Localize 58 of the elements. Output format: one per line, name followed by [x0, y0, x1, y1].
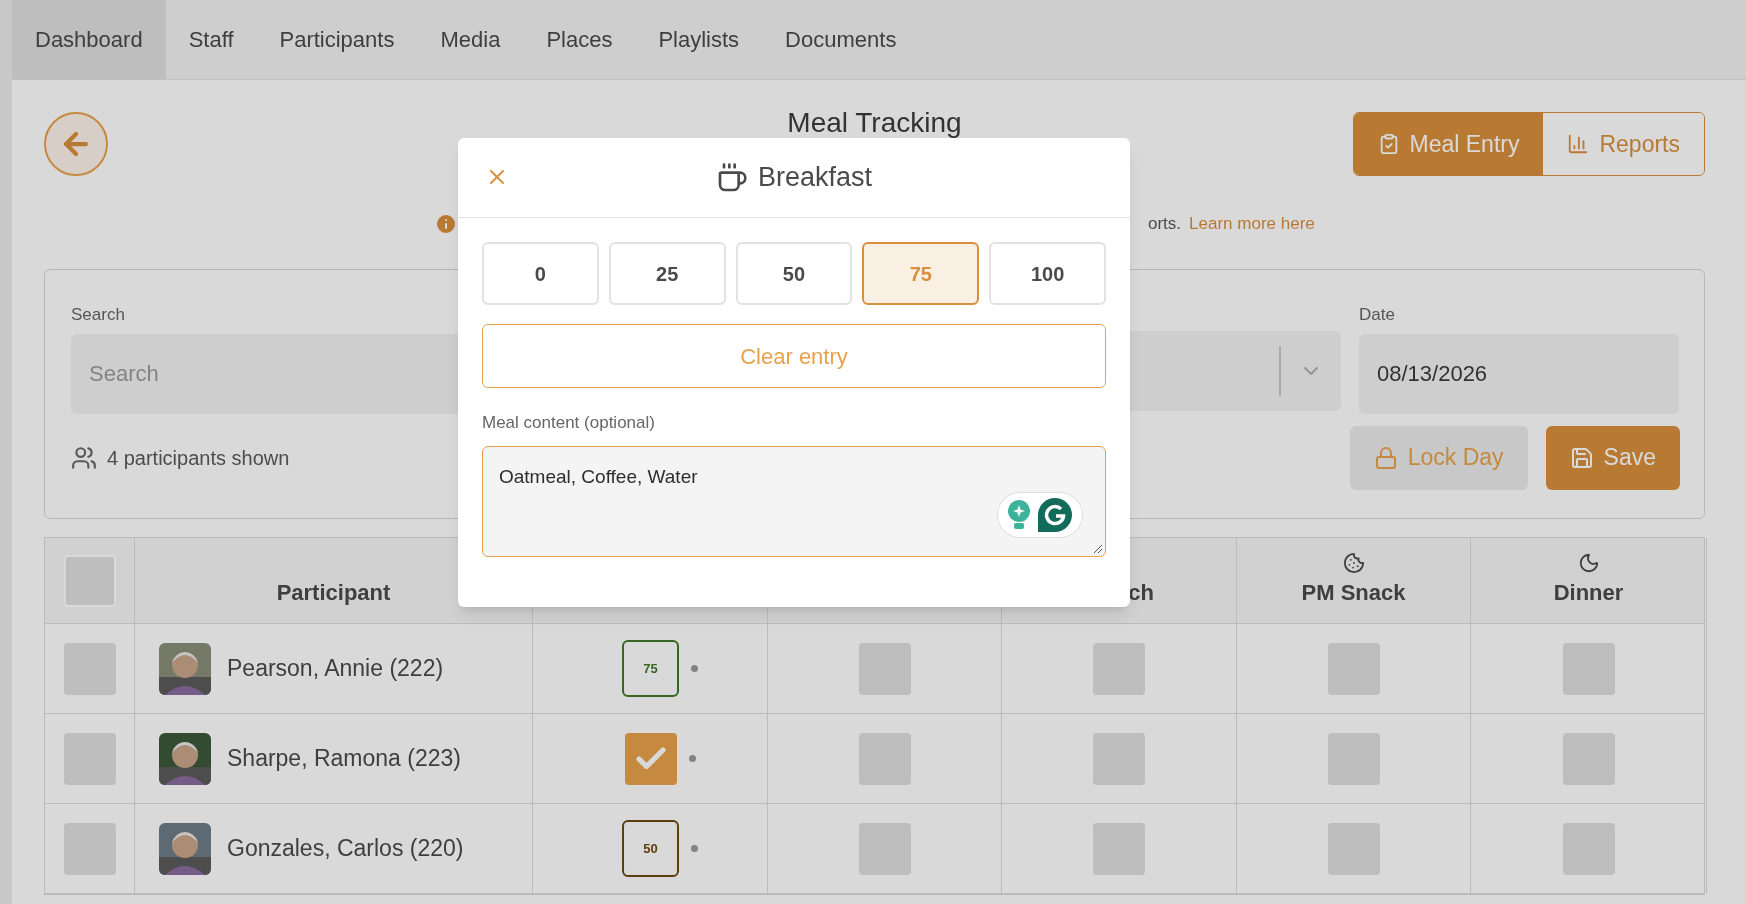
meal-checkbox[interactable]: [858, 642, 911, 695]
meal-checkbox[interactable]: [858, 822, 911, 875]
percent-option[interactable]: 100: [989, 242, 1106, 305]
cookie-icon: [1342, 552, 1365, 574]
meal-checkbox[interactable]: [858, 732, 911, 785]
nav-tab[interactable]: Staff: [165, 0, 257, 79]
nav-tab[interactable]: Media: [417, 0, 524, 79]
meal-checkbox[interactable]: [1327, 642, 1380, 695]
back-button[interactable]: [44, 112, 108, 176]
lightbulb-icon: [1007, 498, 1031, 531]
page-title: Meal Tracking: [787, 108, 962, 138]
lock-icon: [1373, 445, 1398, 470]
nav-tab[interactable]: Dashboard: [12, 0, 166, 79]
column-header: Dinner: [1553, 579, 1624, 607]
date-label: Date: [1359, 304, 1395, 326]
info-text: orts.: [1148, 213, 1182, 236]
meal-entry-checkbox[interactable]: [624, 732, 677, 785]
participant-name: Gonzales, Carlos (220): [227, 834, 464, 864]
meal-checkbox[interactable]: [1562, 732, 1615, 785]
meal-checkbox[interactable]: [1093, 642, 1145, 695]
percent-option[interactable]: 50: [735, 242, 853, 305]
select-all-checkbox[interactable]: [63, 554, 116, 607]
meal-content-text: Oatmeal, Coffee, Water: [499, 465, 698, 487]
meal-content-field[interactable]: Oatmeal, Coffee, Water: [482, 445, 1106, 557]
meal-checkbox[interactable]: [1327, 732, 1380, 785]
meal-content-label: Meal content (optional): [482, 412, 656, 434]
meal-checkbox[interactable]: [1093, 822, 1145, 875]
row-checkbox[interactable]: [63, 732, 116, 785]
row-checkbox[interactable]: [63, 642, 116, 695]
save-icon: [1569, 445, 1594, 470]
meal-entry-box[interactable]: 50: [622, 820, 679, 877]
row-checkbox[interactable]: [63, 822, 116, 875]
participant-count: 4 participants shown: [107, 445, 290, 471]
participant-name: Pearson, Annie (222): [227, 654, 444, 684]
meal-checkbox[interactable]: [1562, 642, 1615, 695]
meal-checkbox[interactable]: [1093, 732, 1145, 785]
moon-icon: [1577, 552, 1600, 574]
resize-handle-icon: [1093, 543, 1103, 554]
date-field[interactable]: 08/13/2026: [1359, 333, 1679, 414]
bar-chart-icon: [1567, 133, 1590, 155]
nav-tab[interactable]: Participants: [256, 0, 418, 79]
writing-assistant-widget[interactable]: [997, 491, 1083, 538]
g-logo-icon: [1037, 496, 1073, 533]
nav-tab[interactable]: Documents: [762, 0, 920, 79]
meal-checkbox[interactable]: [1562, 822, 1615, 875]
people-icon: [71, 444, 97, 471]
column-header: ch: [1128, 579, 1154, 607]
meal-entry-box[interactable]: 75: [622, 640, 679, 697]
nav-tab[interactable]: Playlists: [635, 0, 763, 79]
dialog-title: Breakfast: [757, 161, 873, 195]
column-header: Participant: [276, 579, 391, 607]
percent-option[interactable]: 25: [608, 242, 726, 305]
search-label: Search: [71, 304, 125, 326]
nav-tab[interactable]: Places: [523, 0, 636, 79]
participant-name: Sharpe, Ramona (223): [227, 744, 461, 774]
percent-option[interactable]: 0: [482, 242, 599, 305]
meal-checkbox[interactable]: [1327, 822, 1380, 875]
column-header: PM Snack: [1301, 579, 1406, 607]
